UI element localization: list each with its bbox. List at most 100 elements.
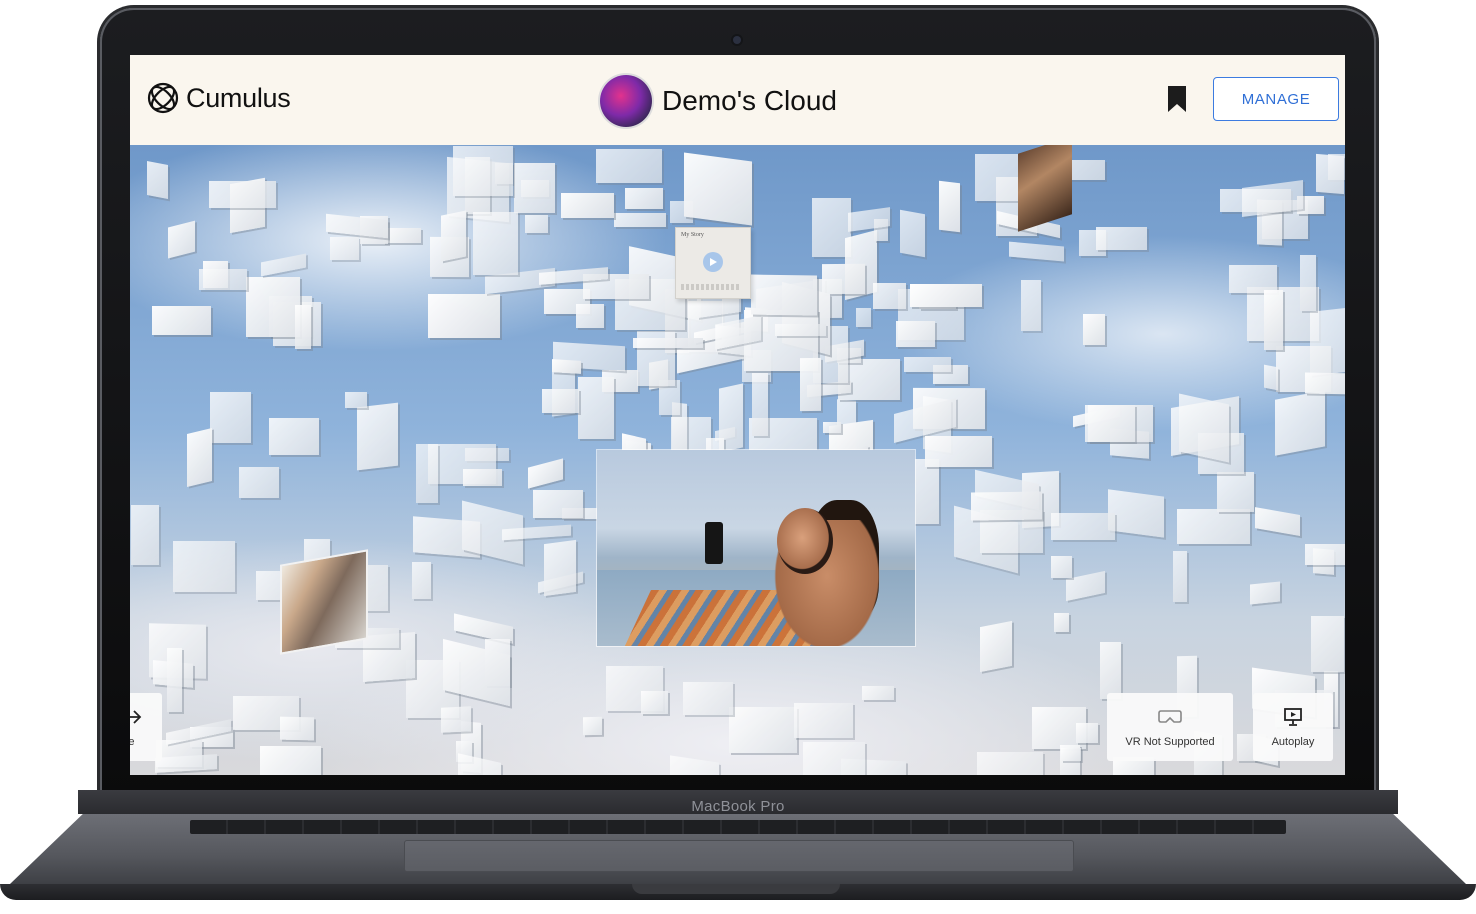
media-panel [1299, 255, 1316, 311]
app-header: Cumulus Demo's Cloud MANAGE [130, 55, 1345, 145]
media-panel [576, 304, 605, 328]
brand-name: Cumulus [186, 82, 291, 113]
media-panel [198, 269, 247, 290]
media-panel [896, 320, 936, 348]
device-model-label: MacBook Pro [691, 798, 785, 815]
hinge: MacBook Pro [78, 790, 1398, 815]
keyboard [190, 820, 1286, 834]
photo-phone [705, 522, 723, 564]
media-panel [1310, 306, 1345, 376]
media-panel [268, 417, 319, 456]
media-panel [166, 647, 182, 713]
media-panel [186, 428, 212, 488]
media-panel [238, 467, 280, 499]
media-panel [1217, 472, 1254, 513]
media-panel [1172, 550, 1188, 602]
media-panel [462, 469, 502, 486]
media-panel [1066, 570, 1106, 602]
media-panel [1315, 153, 1344, 194]
media-panel [168, 220, 196, 259]
media-panel [146, 161, 168, 200]
lid-notch [632, 884, 840, 894]
brand[interactable]: Cumulus [146, 81, 291, 115]
media-panel [1107, 489, 1165, 538]
media-panel [980, 620, 1013, 673]
laptop-base: MacBook Pro [0, 790, 1476, 908]
media-panel [561, 192, 614, 218]
media-panel [532, 489, 584, 519]
media-panel [1061, 747, 1082, 761]
media-panel [329, 237, 359, 261]
camera [733, 36, 741, 44]
media-panel [614, 212, 666, 228]
featured-photo[interactable] [597, 450, 915, 646]
story-card[interactable]: My Story [675, 227, 751, 299]
media-panel [245, 276, 300, 338]
avatar[interactable] [600, 75, 652, 127]
media-panel [552, 359, 581, 374]
media-panel [903, 357, 951, 372]
media-panel [633, 337, 704, 348]
media-panel [976, 751, 1044, 775]
media-panel [472, 211, 519, 276]
media-panel [261, 253, 307, 277]
media-panel [938, 180, 960, 233]
rotate-label: otate [130, 736, 135, 748]
vr-label: VR Not Supported [1125, 736, 1215, 748]
rotate-button[interactable]: otate [130, 693, 162, 761]
media-panel [794, 703, 853, 739]
media-photo-top[interactable] [1018, 136, 1072, 232]
media-panel [595, 149, 662, 184]
media-panel [1050, 512, 1115, 540]
media-panel [583, 716, 603, 735]
media-panel [524, 214, 548, 233]
vr-button[interactable]: VR Not Supported [1107, 693, 1233, 761]
media-panel [209, 181, 276, 208]
media-panel [751, 372, 768, 437]
media-panel [412, 561, 431, 600]
media-panel [909, 283, 982, 308]
media-panel [173, 541, 236, 592]
autoplay-button[interactable]: Autoplay [1253, 693, 1333, 761]
media-photo-left[interactable] [280, 549, 368, 655]
media-panel [802, 741, 865, 775]
play-icon[interactable] [703, 252, 723, 272]
page-title: Demo's Cloud [662, 85, 837, 116]
media-panel [1179, 393, 1230, 463]
media-panel [416, 443, 439, 504]
media-panel [640, 691, 669, 714]
story-card-meta [681, 284, 741, 290]
media-panel [131, 505, 159, 566]
trackpad [404, 840, 1074, 872]
arrow-right-icon [130, 710, 142, 724]
media-panel [453, 145, 514, 197]
bookmark-icon[interactable] [1166, 85, 1188, 113]
media-panel [1304, 372, 1345, 395]
media-panel [775, 324, 826, 337]
cumulus-logo-icon [147, 82, 179, 114]
autoplay-screen-icon [1284, 708, 1302, 726]
media-panel [1084, 405, 1135, 443]
media-panel [925, 435, 992, 467]
media-panel [1263, 364, 1279, 390]
manage-button[interactable]: MANAGE [1213, 77, 1339, 121]
media-panel [1228, 265, 1278, 293]
media-panel [855, 308, 872, 327]
media-panel [1254, 506, 1300, 536]
media-panel [822, 263, 865, 295]
media-panel [513, 162, 555, 213]
media-panel [578, 376, 614, 440]
app-screen: Cumulus Demo's Cloud MANAGE My Story e V… [130, 55, 1345, 775]
autoplay-label: Autoplay [1271, 736, 1315, 748]
cloud-scene[interactable]: My Story otate VR Not Suppo [130, 136, 1345, 775]
media-panel [210, 391, 252, 444]
media-panel [900, 209, 925, 258]
media-panel [1009, 241, 1064, 262]
media-panel [1021, 280, 1041, 332]
media-panel [682, 681, 734, 716]
media-panel [873, 282, 907, 309]
media-panel [971, 491, 1043, 521]
cloud-title-group: Demo's Cloud [600, 75, 837, 127]
media-panel [1263, 289, 1283, 351]
media-panel [800, 357, 822, 411]
